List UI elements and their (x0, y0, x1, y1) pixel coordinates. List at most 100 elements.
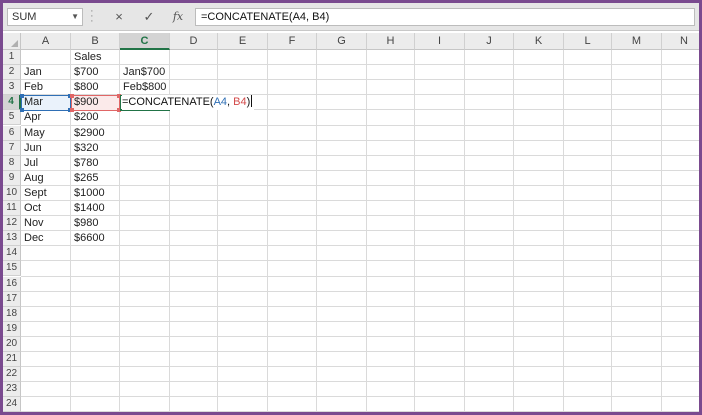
gridline-horizontal (21, 170, 699, 171)
row-header-15[interactable]: 15 (3, 261, 21, 276)
column-header-c[interactable]: C (120, 33, 170, 50)
row-header-17[interactable]: 17 (3, 292, 21, 307)
gridline-vertical (366, 50, 367, 412)
column-header-e[interactable]: E (218, 33, 268, 50)
column-header-n[interactable]: N (662, 33, 699, 50)
cell-a9[interactable]: Aug (21, 171, 71, 186)
gridline-horizontal (21, 185, 699, 186)
row-header-8[interactable]: 8 (3, 156, 21, 171)
row-header-21[interactable]: 21 (3, 352, 21, 367)
row-header-9[interactable]: 9 (3, 171, 21, 186)
row-header-19[interactable]: 19 (3, 322, 21, 337)
cell-a13[interactable]: Dec (21, 231, 71, 246)
cell-b5[interactable]: $200 (71, 110, 120, 125)
row-header-23[interactable]: 23 (3, 382, 21, 397)
insert-function-icon[interactable]: fx (167, 7, 189, 26)
column-header-a[interactable]: A (21, 33, 71, 50)
column-header-k[interactable]: K (514, 33, 564, 50)
column-header-f[interactable]: F (268, 33, 317, 50)
cell-a5[interactable]: Apr (21, 110, 71, 125)
cell-b4[interactable]: $900 (71, 95, 120, 110)
row-header-18[interactable]: 18 (3, 307, 21, 322)
cell-b13[interactable]: $6600 (71, 231, 120, 246)
row-header-1[interactable]: 1 (3, 50, 21, 65)
cell-a2[interactable]: Jan (21, 65, 71, 80)
cell-b8[interactable]: $780 (71, 156, 120, 171)
column-header-i[interactable]: I (415, 33, 465, 50)
active-cell-editor[interactable]: =CONCATENATE(A4, B4) (122, 95, 255, 110)
enter-icon[interactable]: ✓ (138, 7, 160, 26)
cancel-icon[interactable]: × (108, 7, 130, 26)
gridline-vertical (464, 50, 465, 412)
column-header-l[interactable]: L (564, 33, 612, 50)
row-header-5[interactable]: 5 (3, 110, 21, 125)
gridline-horizontal (21, 276, 699, 277)
gridline-horizontal (21, 321, 699, 322)
row-header-10[interactable]: 10 (3, 186, 21, 201)
row-header-2[interactable]: 2 (3, 65, 21, 80)
cell-b1[interactable]: Sales (71, 50, 120, 65)
row-header-22[interactable]: 22 (3, 367, 21, 382)
gridline-horizontal (21, 155, 699, 156)
column-header-j[interactable]: J (465, 33, 514, 50)
column-header-h[interactable]: H (367, 33, 415, 50)
formula-ref-b4: B4 (233, 96, 247, 108)
row-header-16[interactable]: 16 (3, 277, 21, 292)
gridline-horizontal (21, 260, 699, 261)
gridline-horizontal (21, 140, 699, 141)
cell-a4[interactable]: Mar (21, 95, 71, 110)
row-header-6[interactable]: 6 (3, 126, 21, 141)
gridline-vertical (513, 50, 514, 412)
cell-b2[interactable]: $700 (71, 65, 120, 80)
chevron-down-icon[interactable]: ▼ (71, 12, 79, 21)
cell-b6[interactable]: $2900 (71, 126, 120, 141)
row-header-13[interactable]: 13 (3, 231, 21, 246)
formula-input[interactable]: =CONCATENATE(A4, B4) (195, 8, 695, 26)
gridline-horizontal (21, 411, 699, 412)
text-cursor (251, 95, 253, 107)
select-all-button[interactable] (3, 33, 21, 50)
cell-a7[interactable]: Jun (21, 141, 71, 156)
cell-b11[interactable]: $1400 (71, 201, 120, 216)
cell-area[interactable]: Sales Jan $700 Jan$700 Feb $800 Feb$800 Mar $900… (20, 50, 699, 412)
row-header-20[interactable]: 20 (3, 337, 21, 352)
cell-c3[interactable]: Feb$800 (120, 80, 170, 95)
row-header-4[interactable]: 4 (3, 95, 21, 110)
cell-a6[interactable]: May (21, 126, 71, 141)
gridline-horizontal (21, 200, 699, 201)
column-header-g[interactable]: G (317, 33, 367, 50)
gridline-horizontal (21, 366, 699, 367)
formula-suffix: ) (246, 96, 251, 108)
name-box-value: SUM (12, 11, 37, 23)
name-box[interactable]: SUM ▼ (7, 8, 83, 26)
gridline-horizontal (21, 306, 699, 307)
cell-a10[interactable]: Sept (21, 186, 71, 201)
cell-b7[interactable]: $320 (71, 141, 120, 156)
column-header-b[interactable]: B (71, 33, 120, 50)
cell-c2[interactable]: Jan$700 (120, 65, 170, 80)
cell-b12[interactable]: $980 (71, 216, 120, 231)
row-header-3[interactable]: 3 (3, 80, 21, 95)
row-header-14[interactable]: 14 (3, 246, 21, 261)
gridline-horizontal (21, 351, 699, 352)
column-header-d[interactable]: D (170, 33, 218, 50)
row-header-12[interactable]: 12 (3, 216, 21, 231)
row-header-11[interactable]: 11 (3, 201, 21, 216)
formula-prefix: =CONCATENATE( (122, 96, 214, 108)
cell-b3[interactable]: $800 (71, 80, 120, 95)
drag-handle-icon[interactable]: · · · (90, 6, 94, 27)
gridline-horizontal (21, 230, 699, 231)
column-header-m[interactable]: M (612, 33, 662, 50)
gridline-vertical (267, 50, 268, 412)
spreadsheet-grid[interactable]: ABCDEFGHIJKLMN 1 2 3 4 5 6 7 8 9 10 11 12 13 14 15 16 17… (3, 33, 699, 412)
cell-a3[interactable]: Feb (21, 80, 71, 95)
row-header-24[interactable]: 24 (3, 397, 21, 412)
cell-b9[interactable]: $265 (71, 171, 120, 186)
select-all-icon (11, 40, 18, 47)
cell-a8[interactable]: Jul (21, 156, 71, 171)
row-header-7[interactable]: 7 (3, 141, 21, 156)
cell-a12[interactable]: Nov (21, 216, 71, 231)
gridline-horizontal (21, 381, 699, 382)
cell-a11[interactable]: Oct (21, 201, 71, 216)
cell-b10[interactable]: $1000 (71, 186, 120, 201)
